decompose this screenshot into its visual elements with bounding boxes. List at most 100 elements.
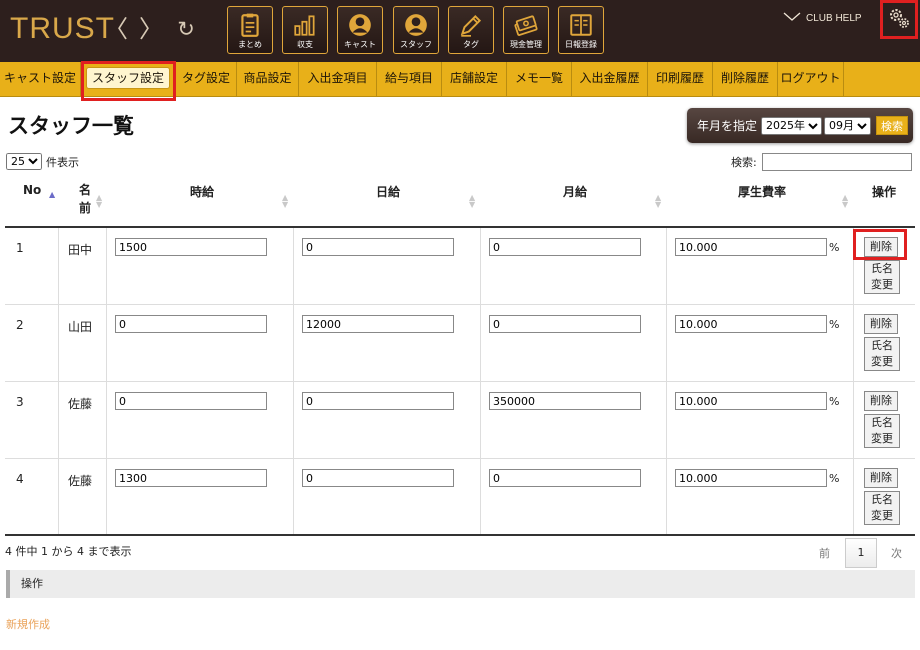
monthly-input[interactable] xyxy=(489,238,641,256)
header-monthly[interactable]: 月給 xyxy=(563,183,587,200)
nav-cash-button[interactable]: 現金管理 xyxy=(503,6,549,54)
cell-no: 1 xyxy=(5,228,58,305)
delete-button[interactable]: 削除 xyxy=(864,391,898,411)
sort-icon: ▲ ▼ xyxy=(842,193,849,209)
logo: TRUST xyxy=(10,12,115,45)
menu-logout[interactable]: ログアウト xyxy=(778,62,844,97)
delete-button[interactable]: 削除 xyxy=(864,314,898,334)
nav-summary-button[interactable]: まとめ xyxy=(227,6,273,54)
nav-tag-button[interactable]: タグ xyxy=(448,6,494,54)
header-hourly[interactable]: 時給 xyxy=(190,183,214,200)
menu-tag-settings[interactable]: タグ設定 xyxy=(176,62,237,97)
cash-icon xyxy=(504,11,548,39)
monthly-input[interactable] xyxy=(489,315,641,333)
reload-button[interactable]: ↻ xyxy=(174,14,198,44)
cell-action: 削除 氏名 変更 xyxy=(853,382,915,459)
month-search-button[interactable]: 検索 xyxy=(876,116,909,135)
nav-staff-button[interactable]: スタッフ xyxy=(393,6,439,54)
pencil-tag-icon xyxy=(449,11,493,39)
delete-button[interactable]: 削除 xyxy=(864,237,898,257)
top-bar: TRUST 〈 〉 ↻ まとめ 収支 キャスト スタッフ タグ 現金管理 日報登… xyxy=(0,0,920,62)
rename-button[interactable]: 氏名 変更 xyxy=(864,337,900,371)
rename-button[interactable]: 氏名 変更 xyxy=(864,491,900,525)
sort-icon: ▲ ▼ xyxy=(469,193,476,209)
cell-name: 田中 xyxy=(58,228,106,305)
cell-no: 4 xyxy=(5,459,58,536)
cell-action: 削除 氏名 変更 xyxy=(853,305,915,382)
nav-balance-button[interactable]: 収支 xyxy=(282,6,328,54)
month-filter: 年月を指定 2025年 09月 検索 xyxy=(687,108,913,143)
rename-line1: 氏名 xyxy=(871,262,893,275)
cell-hourly xyxy=(106,228,293,305)
cell-monthly xyxy=(480,459,666,536)
hourly-input[interactable] xyxy=(115,469,267,487)
table-row: 2 山田 % 削除 氏名 変更 xyxy=(5,305,915,382)
menu-cast-settings[interactable]: キャスト設定 xyxy=(0,62,81,97)
settings-button[interactable] xyxy=(880,0,918,39)
rename-button[interactable]: 氏名 変更 xyxy=(864,260,900,294)
nav-cast-button[interactable]: キャスト xyxy=(337,6,383,54)
menu-memo-list[interactable]: メモ一覧 xyxy=(507,62,572,97)
header-name[interactable]: 名 前 xyxy=(79,181,91,217)
rename-line2: 変更 xyxy=(871,355,893,368)
welfare-input[interactable] xyxy=(675,238,827,256)
forward-button[interactable]: 〉 xyxy=(139,14,163,44)
nav-tag-label: タグ xyxy=(463,40,479,49)
menu-staff-settings-label: スタッフ設定 xyxy=(85,67,170,89)
new-create-link[interactable]: 新規作成 xyxy=(6,616,50,632)
daily-input[interactable] xyxy=(302,315,454,333)
hourly-input[interactable] xyxy=(115,392,267,410)
menu-store-settings[interactable]: 店舗設定 xyxy=(442,62,507,97)
page-length-select[interactable]: 25 xyxy=(6,153,42,170)
daily-input[interactable] xyxy=(302,238,454,256)
cell-action: 削除 氏名 変更 xyxy=(853,228,915,305)
year-select[interactable]: 2025年 xyxy=(761,116,823,135)
settings-menu-bar: キャスト設定 スタッフ設定 タグ設定 商品設定 入出金項目 給与項目 店舗設定 … xyxy=(0,62,920,97)
pager-current-page[interactable]: 1 xyxy=(845,538,877,568)
hourly-input[interactable] xyxy=(115,238,267,256)
cell-welfare: % xyxy=(666,228,853,305)
nav-summary-label: まとめ xyxy=(238,40,262,49)
header-name-line1: 名 xyxy=(79,183,92,197)
cell-monthly xyxy=(480,305,666,382)
menu-delete-history[interactable]: 削除履歴 xyxy=(713,62,778,97)
daily-input[interactable] xyxy=(302,469,454,487)
back-button[interactable]: 〈 xyxy=(104,14,128,44)
menu-salary-items[interactable]: 給与項目 xyxy=(377,62,442,97)
page-length-label: 件表示 xyxy=(46,155,79,169)
club-help-link[interactable]: CLUB HELP xyxy=(783,12,862,25)
page-length-control: 25 件表示 xyxy=(6,153,79,170)
header-welfare[interactable]: 厚生費率 xyxy=(738,183,786,200)
header-monthly-label: 月給 xyxy=(563,185,588,199)
header-no[interactable]: No xyxy=(23,183,41,197)
menu-print-history[interactable]: 印刷履歴 xyxy=(648,62,713,97)
welfare-input[interactable] xyxy=(675,392,827,410)
nav-staff-label: スタッフ xyxy=(400,40,432,49)
bar-chart-icon xyxy=(283,11,327,39)
table-search-input[interactable] xyxy=(761,153,912,171)
menu-cash-history[interactable]: 入出金履歴 xyxy=(572,62,648,97)
menu-cash-items[interactable]: 入出金項目 xyxy=(299,62,377,97)
cell-hourly xyxy=(106,305,293,382)
hourly-input[interactable] xyxy=(115,315,267,333)
monthly-input[interactable] xyxy=(489,469,641,487)
menu-product-settings[interactable]: 商品設定 xyxy=(237,62,299,97)
pager-next-button[interactable]: 次 xyxy=(891,545,902,561)
welfare-input[interactable] xyxy=(675,315,827,333)
staff-person-icon xyxy=(394,11,438,39)
month-select[interactable]: 09月 xyxy=(824,116,872,135)
daily-input[interactable] xyxy=(302,392,454,410)
sort-icon: ▲ ▼ xyxy=(282,193,289,209)
menu-staff-settings[interactable]: スタッフ設定 xyxy=(81,62,176,97)
nav-daily-report-button[interactable]: 日報登録 xyxy=(558,6,604,54)
header-name-line2: 前 xyxy=(79,201,92,215)
delete-button[interactable]: 削除 xyxy=(864,468,898,488)
welfare-input[interactable] xyxy=(675,469,827,487)
rename-button[interactable]: 氏名 変更 xyxy=(864,414,900,448)
cell-daily xyxy=(293,228,480,305)
header-daily[interactable]: 日給 xyxy=(376,183,400,200)
rename-line2: 変更 xyxy=(871,278,893,291)
monthly-input[interactable] xyxy=(489,392,641,410)
pager-prev-button[interactable]: 前 xyxy=(819,545,830,561)
table-info: 4 件中 1 から 4 まで表示 xyxy=(5,545,132,558)
